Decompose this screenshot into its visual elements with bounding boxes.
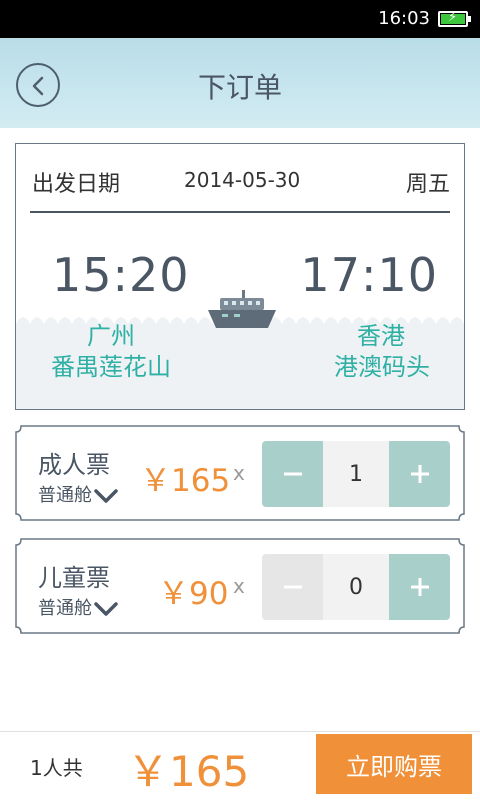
quantity-value[interactable]: 1	[323, 441, 389, 507]
departure-time: 15:20	[52, 248, 190, 302]
plus-icon	[410, 578, 429, 596]
decrease-button[interactable]	[262, 554, 323, 620]
multiply-sign: x	[233, 574, 245, 598]
weekday: 周五	[405, 172, 450, 197]
battery-charging-icon: ⚡	[438, 10, 471, 27]
plus-icon	[410, 465, 429, 483]
chevron-down-icon	[94, 602, 118, 616]
status-time: 16:03	[378, 8, 430, 29]
cabin-class-label: 普通舱	[38, 485, 92, 506]
decrease-button[interactable]	[262, 441, 323, 507]
ticket-row-child: 儿童票 普通舱 ￥90 x 0	[15, 538, 465, 634]
cabin-class-dropdown[interactable]: 普通舱	[38, 594, 118, 620]
ticket-type: 儿童票	[38, 564, 110, 592]
increase-button[interactable]	[389, 441, 450, 507]
ticket-type: 成人票	[38, 451, 110, 479]
app-header: 下订单	[0, 38, 480, 128]
chevron-down-icon	[94, 489, 118, 503]
ticket-row-adult: 成人票 普通舱 ￥165 x 1	[15, 425, 465, 521]
status-bar: 16:03 ⚡	[0, 0, 480, 38]
multiply-sign: x	[233, 461, 245, 485]
departure-city: 广州	[87, 322, 135, 350]
ferry-ship-icon	[208, 290, 276, 328]
ticket-price: ￥90	[158, 576, 229, 612]
arrival-city: 香港	[357, 322, 405, 350]
minus-icon	[283, 585, 302, 589]
order-summary-bar: 1人共 ￥165 立即购票	[0, 731, 480, 800]
cabin-class-dropdown[interactable]: 普通舱	[38, 481, 118, 507]
divider	[30, 211, 450, 213]
arrival-time: 17:10	[300, 248, 438, 302]
date-row: 出发日期 2014-05-30 周五	[16, 144, 464, 212]
departure-port: 番禺莲花山	[51, 353, 171, 381]
quantity-stepper: 0	[262, 554, 450, 620]
departure-date: 2014-05-30	[184, 168, 301, 192]
cabin-class-label: 普通舱	[38, 598, 92, 619]
increase-button[interactable]	[389, 554, 450, 620]
page-title: 下订单	[197, 71, 282, 104]
passenger-count: 1人共	[30, 756, 83, 780]
trip-info-card: 出发日期 2014-05-30 周五 15:20 17:10 广州 番禺莲花山 …	[15, 143, 465, 410]
quantity-value[interactable]: 0	[323, 554, 389, 620]
ticket-price: ￥165	[140, 463, 231, 499]
buy-now-button[interactable]: 立即购票	[316, 734, 472, 794]
minus-icon	[283, 472, 302, 476]
total-price: ￥165	[127, 747, 250, 796]
quantity-stepper: 1	[262, 441, 450, 507]
arrival-port: 港澳码头	[334, 353, 430, 381]
date-label: 出发日期	[32, 172, 121, 197]
